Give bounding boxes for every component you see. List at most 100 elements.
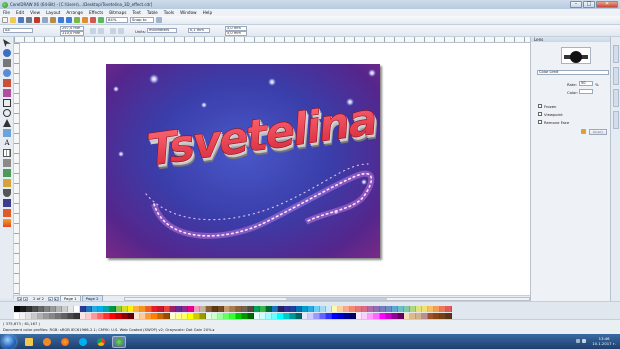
rate-unit: % bbox=[595, 82, 599, 87]
interactive-fill-icon[interactable] bbox=[3, 219, 11, 227]
pdf-icon[interactable] bbox=[90, 17, 96, 23]
undo-icon[interactable] bbox=[58, 17, 64, 23]
rate-field[interactable]: 50 bbox=[579, 81, 593, 86]
new-document-icon[interactable] bbox=[2, 17, 8, 23]
taskbar-media-player[interactable] bbox=[40, 336, 54, 348]
frozen-checkbox[interactable] bbox=[538, 104, 542, 108]
start-button[interactable] bbox=[2, 334, 16, 349]
lens-type-combo[interactable]: Color Limit bbox=[537, 70, 609, 75]
apply-button[interactable]: Apply bbox=[589, 129, 607, 135]
last-page-button[interactable]: ▸| bbox=[53, 296, 59, 301]
taskbar-skype[interactable] bbox=[76, 336, 90, 348]
dimension-tool-icon[interactable] bbox=[3, 159, 11, 167]
shape-tool-icon[interactable] bbox=[3, 49, 11, 57]
menu-bar: File Edit View Layout Arrange Effects Bi… bbox=[0, 9, 620, 16]
units-combo[interactable]: millimeters bbox=[147, 28, 177, 33]
menu-tools[interactable]: Tools bbox=[164, 10, 174, 15]
menu-table[interactable]: Table bbox=[147, 10, 158, 15]
menu-window[interactable]: Window bbox=[180, 10, 197, 15]
lock-icon[interactable] bbox=[581, 129, 586, 134]
prev-page-button[interactable]: ◂ bbox=[23, 296, 28, 301]
system-tray: 13:46 10.1.2017 г. bbox=[576, 336, 616, 346]
menu-arrange[interactable]: Arrange bbox=[66, 10, 83, 15]
menu-help[interactable]: Help bbox=[203, 10, 213, 15]
menu-view[interactable]: View bbox=[30, 10, 40, 15]
print-icon[interactable] bbox=[26, 17, 32, 23]
clock-date[interactable]: 10.1.2017 г. bbox=[592, 341, 616, 346]
crop-tool-icon[interactable] bbox=[3, 59, 11, 67]
export-icon[interactable] bbox=[82, 17, 88, 23]
open-folder-icon[interactable] bbox=[10, 17, 16, 23]
cursor-coordinates: ( 375,673 ; 61,167 ) bbox=[3, 322, 40, 326]
docker-tab-hints[interactable] bbox=[613, 111, 619, 129]
sparkle bbox=[113, 86, 119, 92]
window-title: CorelDRAW X6 (64-Bit) - [C:\Users\…\Desk… bbox=[10, 2, 153, 7]
docker-tab-object-manager[interactable] bbox=[613, 89, 619, 107]
connector-tool-icon[interactable] bbox=[3, 169, 11, 177]
taskbar-coreldraw[interactable] bbox=[112, 335, 126, 348]
taskbar-firefox[interactable] bbox=[58, 336, 72, 348]
ellipse-tool-icon[interactable] bbox=[3, 109, 11, 117]
palette-swatch[interactable] bbox=[446, 306, 452, 312]
app-launcher-icon[interactable] bbox=[98, 17, 104, 23]
taskbar-chrome[interactable] bbox=[94, 336, 108, 348]
menu-text[interactable]: Text bbox=[132, 10, 140, 15]
viewpoint-checkbox[interactable] bbox=[538, 112, 542, 116]
taskbar-explorer[interactable] bbox=[22, 336, 36, 348]
first-page-button[interactable]: |◂ bbox=[17, 296, 22, 301]
next-page-button[interactable]: ▸ bbox=[47, 296, 53, 301]
text-tool-icon[interactable]: A bbox=[3, 139, 11, 147]
outline-tool-icon[interactable] bbox=[3, 199, 11, 207]
portrait-icon[interactable] bbox=[90, 28, 96, 34]
polygon-tool-icon[interactable] bbox=[3, 119, 11, 127]
sparkle bbox=[361, 179, 367, 185]
minimize-button[interactable]: – bbox=[570, 1, 582, 8]
menu-bitmaps[interactable]: Bitmaps bbox=[109, 10, 126, 15]
options-icon[interactable] bbox=[156, 17, 162, 23]
page-height-field[interactable]: 210,0 mm bbox=[60, 31, 84, 36]
color-picker[interactable] bbox=[579, 89, 593, 94]
menu-file[interactable]: File bbox=[3, 10, 10, 15]
import-icon[interactable] bbox=[74, 17, 80, 23]
copy-icon[interactable] bbox=[42, 17, 48, 23]
table-tool-icon[interactable] bbox=[3, 149, 11, 157]
menu-effects[interactable]: Effects bbox=[89, 10, 103, 15]
nudge-field[interactable]: 0,1 mm bbox=[188, 28, 210, 33]
menu-layout[interactable]: Layout bbox=[46, 10, 60, 15]
rectangle-tool-icon[interactable] bbox=[3, 99, 11, 107]
basic-shapes-icon[interactable] bbox=[3, 129, 11, 137]
pick-tool-icon[interactable] bbox=[3, 39, 11, 47]
zoom-tool-icon[interactable] bbox=[3, 69, 11, 77]
page-size-combo[interactable]: A4 bbox=[3, 28, 33, 33]
units-label: Units: bbox=[135, 29, 146, 34]
menu-edit[interactable]: Edit bbox=[16, 10, 24, 15]
eyedropper-tool-icon[interactable] bbox=[3, 189, 11, 197]
snap-to-combo[interactable]: Snap to bbox=[130, 17, 154, 23]
paste-icon[interactable] bbox=[50, 17, 56, 23]
blend-tool-icon[interactable] bbox=[3, 179, 11, 187]
drawing-canvas[interactable]: Tsvetelina Tsvetelina Tsvetelina Tsvetel… bbox=[20, 43, 530, 295]
save-icon[interactable] bbox=[18, 17, 24, 23]
color-profiles[interactable]: Document color profiles: RGB: sRGB IEC61… bbox=[3, 328, 215, 332]
maximize-button[interactable]: □ bbox=[583, 1, 595, 8]
fill-tool-icon[interactable] bbox=[3, 209, 11, 217]
network-icon[interactable] bbox=[576, 339, 581, 343]
landscape-icon[interactable] bbox=[98, 28, 104, 34]
zoom-combo[interactable]: 64% bbox=[106, 17, 128, 23]
artwork-rectangle[interactable]: Tsvetelina Tsvetelina Tsvetelina Tsvetel… bbox=[106, 64, 380, 258]
remove-face-label: Remove Face bbox=[544, 120, 570, 125]
artistic-media-icon[interactable] bbox=[3, 89, 11, 97]
duplicate-y-field[interactable]: 5,0 mm bbox=[225, 31, 247, 36]
cut-icon[interactable] bbox=[34, 17, 40, 23]
docker-tab-lens[interactable] bbox=[613, 45, 619, 63]
scroll-thumb[interactable] bbox=[286, 297, 388, 300]
redo-icon[interactable] bbox=[66, 17, 72, 23]
volume-icon[interactable] bbox=[582, 339, 587, 343]
freehand-tool-icon[interactable] bbox=[3, 79, 11, 87]
horizontal-scrollbar[interactable] bbox=[123, 296, 530, 301]
remove-face-checkbox[interactable] bbox=[538, 120, 542, 124]
close-button[interactable]: ✕ bbox=[596, 1, 618, 8]
docker-tab-object-properties[interactable] bbox=[613, 67, 619, 85]
current-page-icon[interactable] bbox=[118, 28, 124, 34]
all-pages-icon[interactable] bbox=[110, 28, 116, 34]
